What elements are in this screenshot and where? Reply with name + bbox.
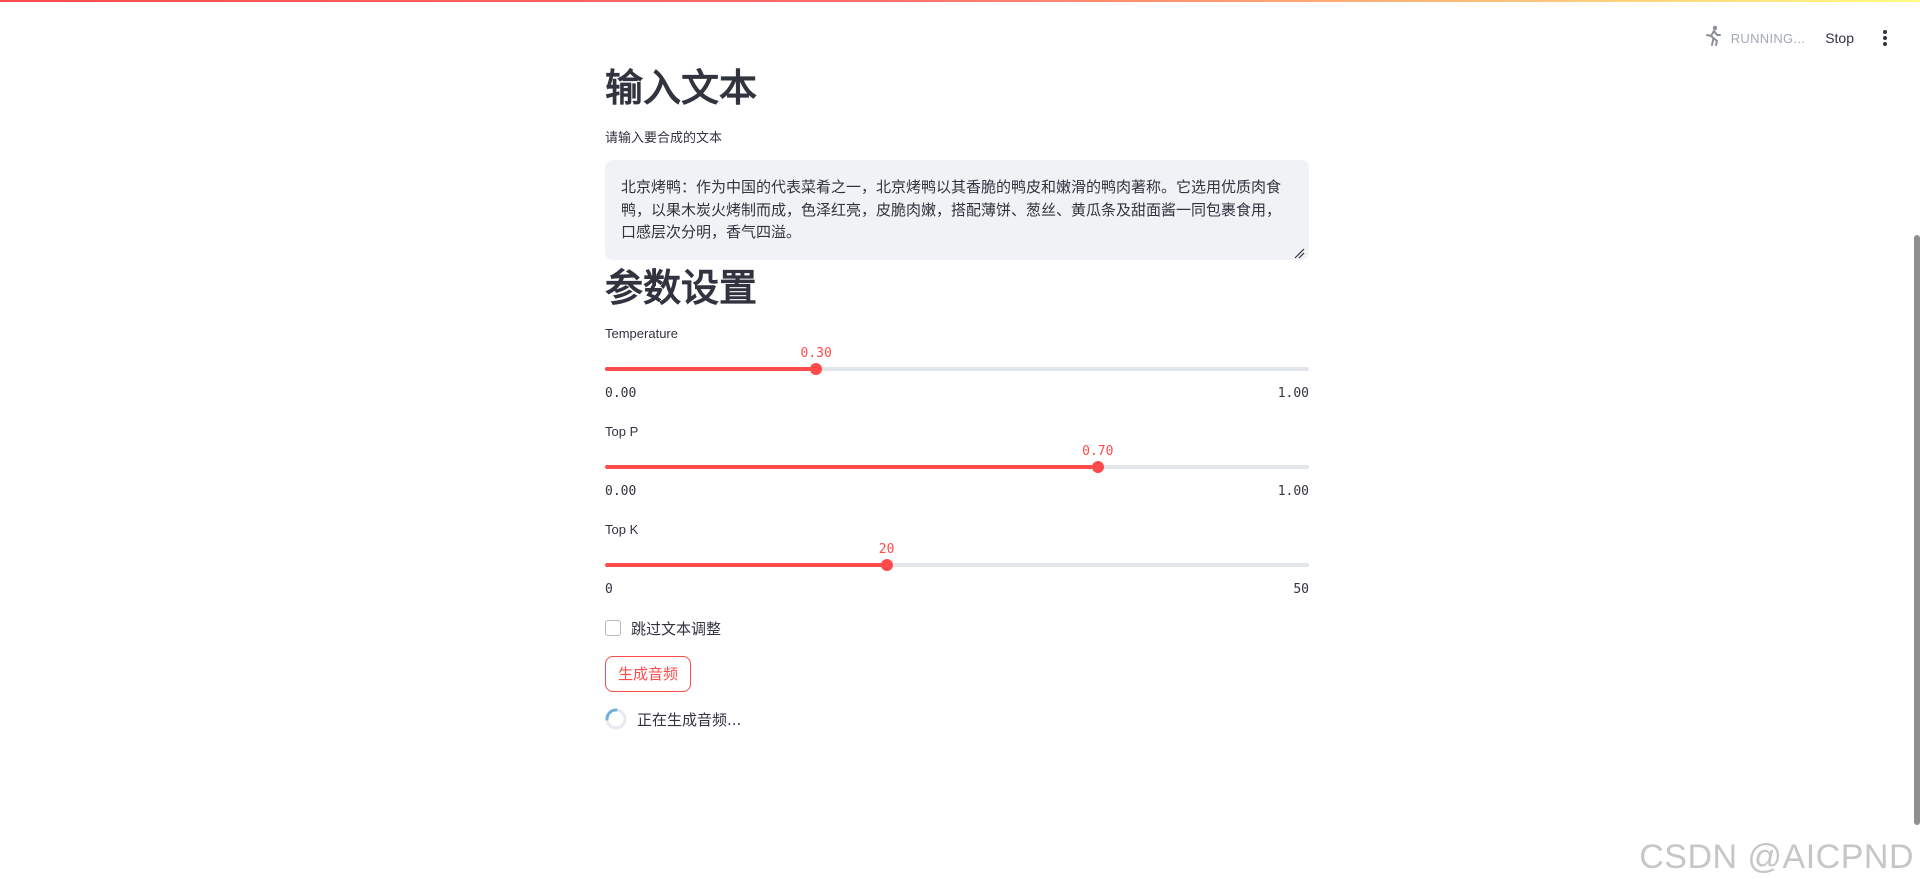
slider-fill <box>605 563 887 567</box>
slider-track[interactable] <box>605 461 1309 473</box>
text-input-area[interactable]: 北京烤鸭：作为中国的代表菜肴之一，北京烤鸭以其香脆的鸭皮和嫩滑的鸭肉著称。它选用… <box>605 160 1309 260</box>
resize-handle-icon[interactable] <box>1293 244 1305 259</box>
slider-min-label: 0.00 <box>605 484 637 499</box>
slider-fill <box>605 465 1098 469</box>
watermark-text: CSDN @AICPND <box>1639 838 1914 876</box>
slider-top-p: Top P 0.70 0.00 1.00 <box>605 414 1309 512</box>
textarea-value[interactable]: 北京烤鸭：作为中国的代表菜肴之一，北京烤鸭以其香脆的鸭皮和嫩滑的鸭肉著称。它选用… <box>621 176 1293 244</box>
app-toolbar: RUNNING... Stop <box>1703 24 1896 52</box>
slider-thumb[interactable] <box>880 559 893 571</box>
page-scrollbar[interactable] <box>1914 235 1920 825</box>
slider-label: Top P <box>605 424 639 439</box>
slider-top-k: Top K 20 0 50 <box>605 512 1309 610</box>
spinner-icon <box>605 708 627 730</box>
slider-max-label: 50 <box>1293 582 1309 597</box>
skip-text-adjust-checkbox[interactable] <box>605 620 621 636</box>
slider-fill <box>605 367 817 371</box>
slider-max-label: 1.00 <box>1277 484 1309 499</box>
textarea-label: 请输入要合成的文本 <box>605 131 723 146</box>
slider-thumb[interactable] <box>1091 461 1104 473</box>
checkbox-label[interactable]: 跳过文本调整 <box>631 618 721 639</box>
generation-status: 正在生成音频... <box>605 706 1309 732</box>
skip-text-adjust-row[interactable]: 跳过文本调整 <box>605 614 1309 642</box>
slider-max-label: 1.00 <box>1277 386 1309 401</box>
input-section-title: 输入文本 <box>605 66 758 110</box>
kebab-menu-icon[interactable] <box>1874 27 1896 49</box>
slider-min-label: 0 <box>605 582 613 597</box>
stop-button[interactable]: Stop <box>1819 26 1860 50</box>
top-status-bar <box>0 0 1920 2</box>
slider-label: Top K <box>605 522 639 537</box>
status-message: 正在生成音频... <box>637 710 742 729</box>
running-indicator: RUNNING... <box>1703 25 1806 51</box>
slider-track[interactable] <box>605 559 1309 571</box>
generate-audio-button[interactable]: 生成音频 <box>605 656 692 692</box>
running-man-icon <box>1703 25 1723 51</box>
slider-temperature: Temperature 0.30 0.00 1.00 <box>605 316 1309 414</box>
slider-track[interactable] <box>605 363 1309 375</box>
slider-label: Temperature <box>605 326 678 341</box>
slider-thumb[interactable] <box>810 363 823 375</box>
slider-value: 0.70 <box>1082 444 1114 459</box>
slider-value: 20 <box>878 542 895 557</box>
main-content: 输入文本 请输入要合成的文本 北京烤鸭：作为中国的代表菜肴之一，北京烤鸭以其香脆… <box>605 60 1309 732</box>
slider-value: 0.30 <box>800 346 832 361</box>
running-status-text: RUNNING... <box>1730 30 1806 46</box>
params-section-title: 参数设置 <box>605 266 758 310</box>
slider-min-label: 0.00 <box>605 386 637 401</box>
